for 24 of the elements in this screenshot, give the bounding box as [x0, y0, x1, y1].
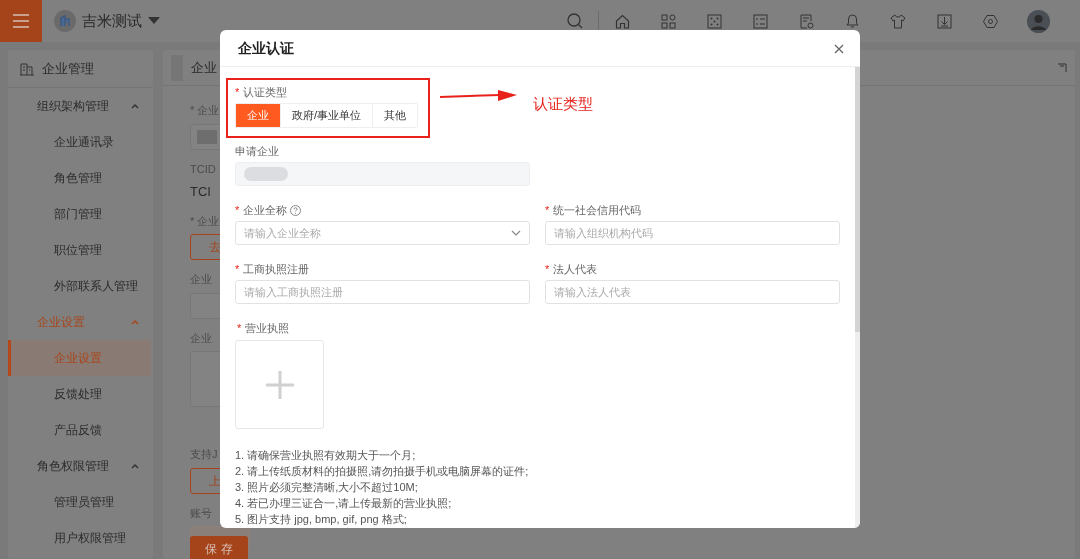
field-label: 申请企业 [235, 144, 279, 159]
required-mark: * [190, 103, 195, 118]
dialog-title: 企业认证 [238, 38, 294, 58]
note-text: 5. 图片支持 jpg, bmp, gif, png 格式; [235, 512, 408, 527]
note-text: 3. 照片必须完整清晰,大小不超过10M; [235, 480, 419, 495]
field-label: 企业全称 [243, 203, 288, 218]
note-text: 4. 若已办理三证合一,请上传最新的营业执照; [235, 496, 453, 511]
required-mark: * [545, 262, 550, 277]
field-label: 营业执照 [245, 321, 290, 336]
annotation-label: 认证类型 [533, 94, 593, 114]
required-mark: * [190, 213, 195, 229]
note-text: 1. 请确保营业执照有效期大于一个月; [235, 448, 417, 463]
note-text: 2. 请上传纸质材料的拍摄照,请勿拍摄手机或电脑屏幕的证件; [235, 464, 530, 479]
field-value: TCI [190, 183, 211, 201]
required-mark: * [237, 321, 242, 336]
required-mark: * [235, 203, 240, 218]
field-label: 工商执照注册 [243, 262, 310, 277]
field-label: 统一社会信用代码 [553, 203, 642, 218]
required-mark: * [545, 203, 550, 218]
required-mark: * [235, 85, 240, 100]
field-label: 认证类型 [243, 85, 288, 100]
required-mark: * [235, 262, 240, 277]
sidebar-title: 企业管理 [42, 59, 94, 78]
field-label: 法人代表 [553, 262, 598, 277]
